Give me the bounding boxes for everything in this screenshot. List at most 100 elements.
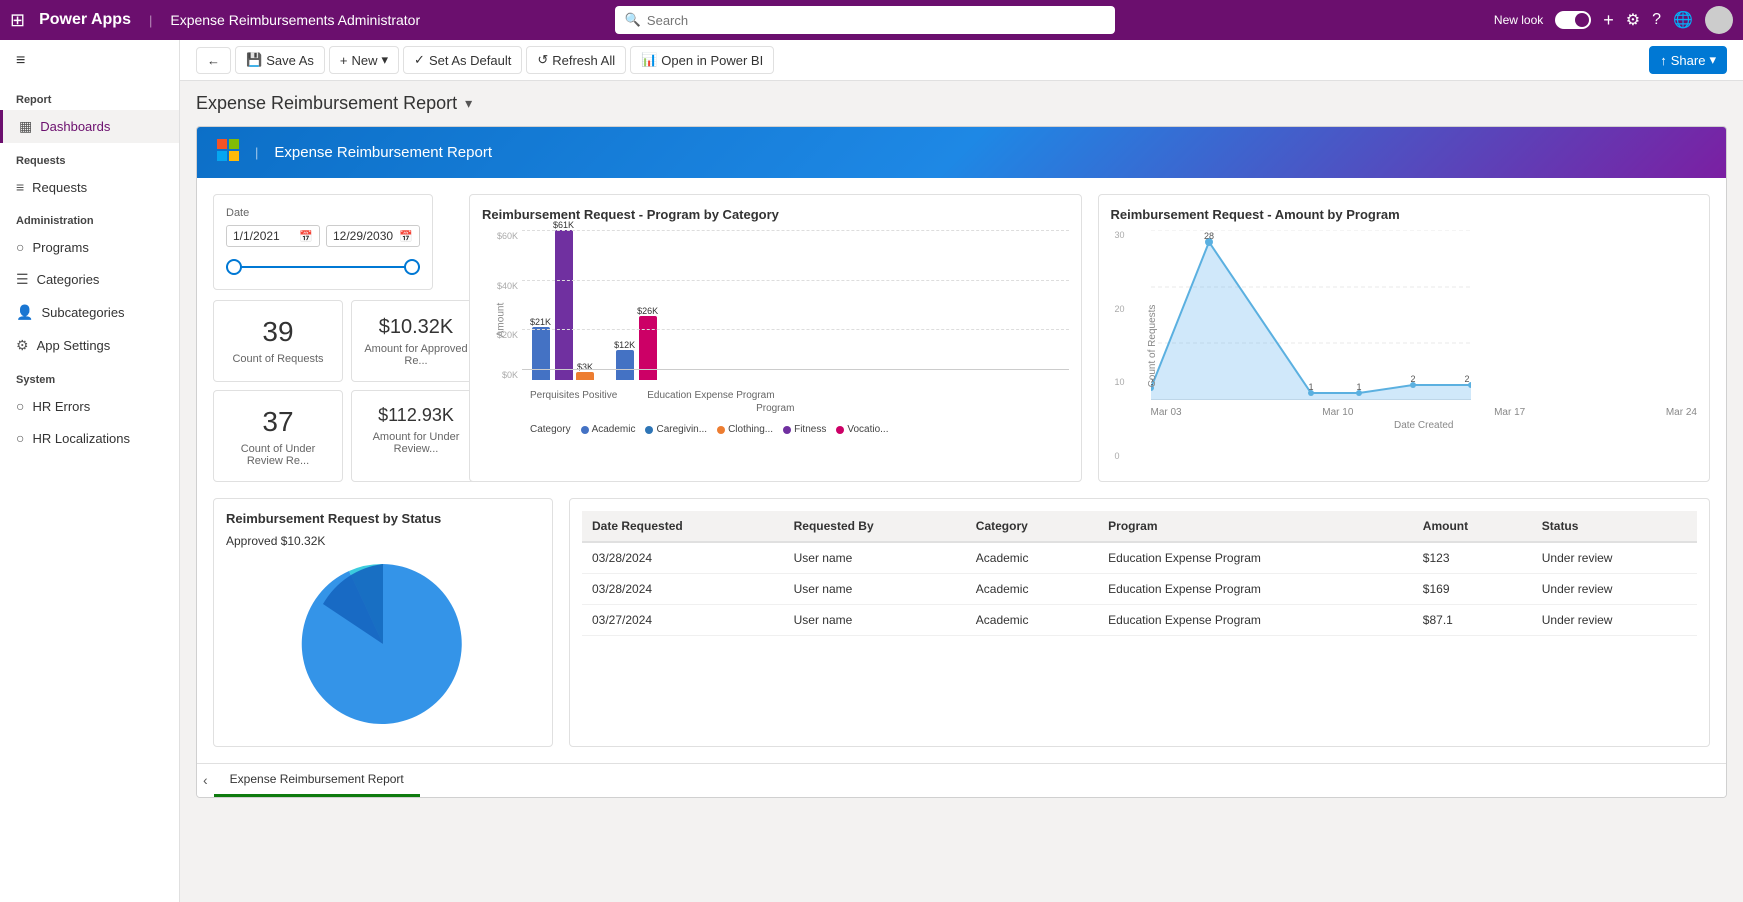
sidebar-item-app-settings[interactable]: ⚙ App Settings — [0, 329, 179, 362]
start-date-value: 1/1/2021 — [233, 229, 280, 243]
hr-localizations-icon: ○ — [16, 430, 24, 446]
sidebar-label-app-settings: App Settings — [37, 338, 111, 353]
hamburger-menu[interactable]: ≡ — [0, 40, 179, 82]
data-table-card: Date Requested Requested By Category Pro… — [569, 498, 1710, 747]
report-title-chevron-icon[interactable]: ▾ — [465, 95, 472, 112]
x-label-mar03: Mar 03 — [1151, 407, 1182, 418]
pie-approved-label: Approved $10.32K — [226, 534, 540, 548]
line-y-axis-label: Count of Requests — [1146, 304, 1157, 387]
help-icon[interactable]: ? — [1652, 11, 1661, 29]
tab-expense-reimbursement[interactable]: Expense Reimbursement Report — [214, 764, 420, 797]
cell-category: Academic — [966, 573, 1098, 604]
new-button[interactable]: + New ▾ — [329, 46, 399, 74]
cell-program: Education Expense Program — [1098, 604, 1413, 635]
cell-date: 03/28/2024 — [582, 573, 784, 604]
sidebar-section-system: System — [0, 362, 179, 390]
line-chart-area: Count of Requests 30 20 10 0 — [1111, 230, 1698, 461]
globe-icon[interactable]: 🌐 — [1673, 10, 1693, 30]
legend-dot-caregiving — [645, 426, 653, 434]
cell-requested_by: User name — [784, 573, 966, 604]
col-date-requested[interactable]: Date Requested — [582, 511, 784, 542]
new-label: New — [351, 53, 377, 68]
calendar-icon-start[interactable]: 📅 — [299, 230, 313, 243]
open-pbi-button[interactable]: 📊 Open in Power BI — [630, 46, 774, 74]
back-button[interactable]: ← — [196, 47, 231, 74]
sidebar-section-requests: Requests — [0, 143, 179, 171]
legend-label-clothing: Clothing... — [728, 424, 773, 435]
back-icon: ← — [207, 53, 220, 68]
table-row: 03/28/2024User nameAcademicEducation Exp… — [582, 573, 1697, 604]
category-legend-label: Category — [530, 424, 571, 435]
calendar-icon-end[interactable]: 📅 — [399, 230, 413, 243]
legend-dot-fitness — [783, 426, 791, 434]
refresh-label: Refresh All — [552, 53, 615, 68]
sidebar-label-subcategories: Subcategories — [41, 305, 124, 320]
sidebar-item-hr-errors[interactable]: ○ HR Errors — [0, 390, 179, 422]
sidebar-section-report: Report — [0, 82, 179, 110]
sidebar-item-subcategories[interactable]: 👤 Subcategories — [0, 296, 179, 329]
search-bar[interactable]: 🔍 — [615, 6, 1115, 34]
app-settings-icon: ⚙ — [16, 337, 29, 354]
sidebar-label-hr-errors: HR Errors — [32, 399, 90, 414]
sidebar-label-programs: Programs — [32, 240, 88, 255]
subcategories-icon: 👤 — [16, 304, 33, 321]
report-tabs: ‹ Expense Reimbursement Report — [197, 763, 1726, 797]
report-title-bar: Expense Reimbursement Report ▾ — [196, 93, 1727, 114]
line-x-axis-label: Date Created — [1151, 420, 1698, 431]
end-date-input[interactable]: 12/29/2030 📅 — [326, 225, 420, 247]
slider-thumb-left[interactable] — [226, 259, 242, 275]
sidebar-item-requests[interactable]: ≡ Requests — [0, 171, 179, 203]
open-pbi-label: Open in Power BI — [661, 53, 763, 68]
set-default-button[interactable]: ✓ Set As Default — [403, 46, 522, 74]
scroll-left-btn[interactable]: ‹ — [197, 764, 214, 797]
line-y-labels: 30 20 10 0 — [1115, 230, 1125, 461]
cell-amount: $87.1 — [1413, 604, 1532, 635]
sidebar-label-hr-localizations: HR Localizations — [32, 431, 130, 446]
date-slider[interactable] — [226, 257, 420, 277]
start-date-input[interactable]: 1/1/2021 📅 — [226, 225, 320, 247]
cell-program: Education Expense Program — [1098, 542, 1413, 574]
set-default-label: Set As Default — [429, 53, 511, 68]
embedded-report: | Expense Reimbursement Report Date — [196, 126, 1727, 798]
gear-icon[interactable]: ⚙ — [1626, 10, 1640, 30]
sidebar-item-programs[interactable]: ○ Programs — [0, 231, 179, 263]
col-program[interactable]: Program — [1098, 511, 1413, 542]
save-as-button[interactable]: 💾 Save As — [235, 46, 325, 74]
report-bottom-row: Reimbursement Request by Status Approved… — [213, 498, 1710, 747]
col-category[interactable]: Category — [966, 511, 1098, 542]
sidebar-item-categories[interactable]: ☰ Categories — [0, 263, 179, 296]
pie-chart-container — [226, 554, 540, 734]
avatar[interactable] — [1705, 6, 1733, 34]
col-status[interactable]: Status — [1532, 511, 1697, 542]
legend-fitness: Fitness — [783, 424, 826, 435]
legend-label-fitness: Fitness — [794, 424, 826, 435]
cell-requested_by: User name — [784, 604, 966, 635]
refresh-button[interactable]: ↺ Refresh All — [526, 46, 626, 74]
col-requested-by[interactable]: Requested By — [784, 511, 966, 542]
svg-text:28: 28 — [1203, 231, 1213, 241]
legend-academic: Academic — [581, 424, 636, 435]
grid-icon[interactable]: ⊞ — [10, 10, 25, 31]
search-input[interactable] — [647, 13, 1105, 28]
slider-fill — [226, 266, 420, 268]
kpi-approved-amount: $10.32K Amount for Approved Re... — [351, 300, 481, 382]
line-chart-card: Reimbursement Request - Amount by Progra… — [1098, 194, 1711, 482]
microsoft-logo — [217, 139, 239, 166]
kpi-value-count: 39 — [226, 315, 330, 349]
sidebar-item-hr-localizations[interactable]: ○ HR Localizations — [0, 422, 179, 454]
pie-chart-card: Reimbursement Request by Status Approved… — [213, 498, 553, 747]
tab-scroll-left[interactable]: ‹ — [203, 772, 208, 788]
sidebar-label-dashboards: Dashboards — [40, 119, 110, 134]
col-amount[interactable]: Amount — [1413, 511, 1532, 542]
kpi-label-review-count: Count of Under Review Re... — [226, 443, 330, 467]
new-look-toggle[interactable] — [1555, 11, 1591, 29]
sidebar-item-dashboards[interactable]: ▦ Dashboards — [0, 110, 179, 143]
banner-separator: | — [255, 145, 258, 160]
share-label: Share — [1671, 53, 1706, 68]
kpi-label-count: Count of Requests — [226, 353, 330, 365]
categories-icon: ☰ — [16, 271, 29, 288]
plus-icon[interactable]: + — [1603, 10, 1614, 31]
slider-thumb-right[interactable] — [404, 259, 420, 275]
share-button[interactable]: ↑ Share ▾ — [1649, 46, 1727, 74]
requests-icon: ≡ — [16, 179, 24, 195]
